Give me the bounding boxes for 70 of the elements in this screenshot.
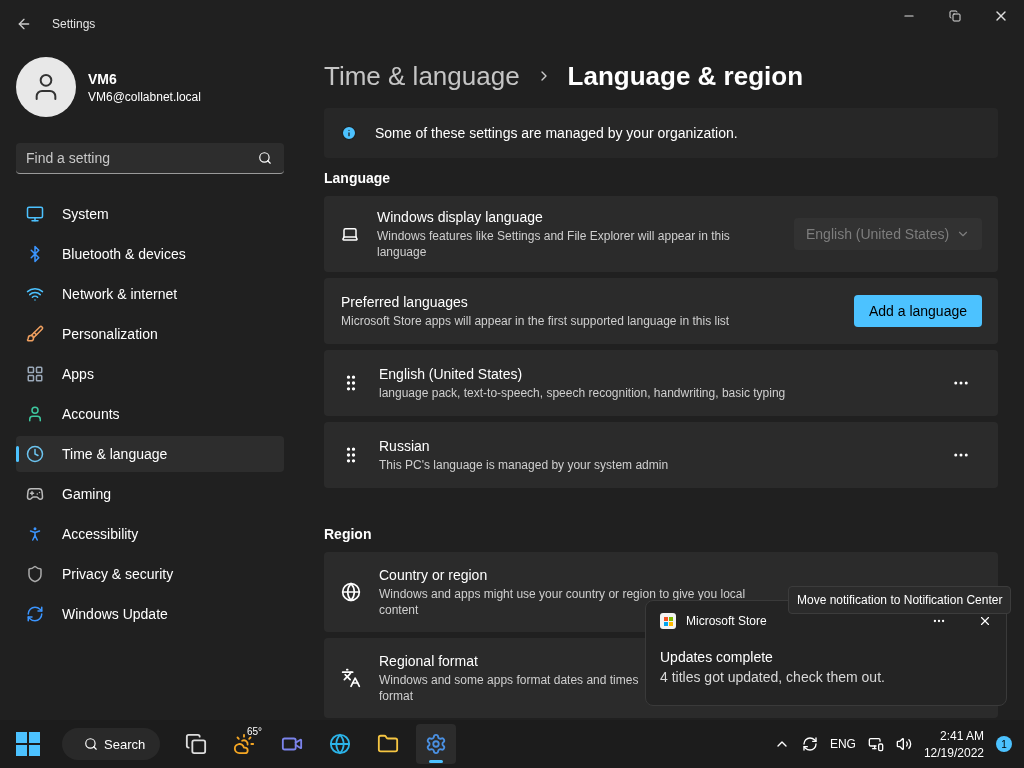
breadcrumb-link[interactable]: Time & language [324,59,520,93]
nav-item[interactable]: Windows Update [16,596,284,632]
nav-icon [26,605,44,623]
back-icon[interactable] [16,16,32,32]
language-format-icon [341,668,361,688]
taskbar-app[interactable] [416,724,456,764]
nav-item[interactable]: System [16,196,284,232]
section-title: Region [324,526,373,542]
nav-icon [26,485,44,503]
nav-item[interactable]: Network & internet [16,276,284,312]
volume-icon[interactable] [895,736,912,752]
globe-icon[interactable] [329,733,351,755]
sync-icon[interactable] [801,736,818,752]
row-description: Microsoft Store apps will appear in the first supported language in this list [341,312,730,329]
row-title: Russian [379,437,430,454]
nav-icon [26,565,44,583]
nav-item[interactable]: Accessibility [16,516,284,552]
settings-icon[interactable] [425,733,447,755]
notification-badge[interactable]: 1 [996,736,1012,752]
nav-icon [26,365,44,383]
search-icon [258,151,272,165]
start-icon[interactable] [16,732,40,756]
row-description: Windows features like Settings and File Explorer will appear in this language [377,227,731,260]
nav-item[interactable]: Personalization [16,316,284,352]
user-email: VM6@collabnet.local [88,89,201,104]
taskbar-app[interactable]: 65° [224,724,264,764]
search-icon [84,737,98,751]
nav-item[interactable]: Time & language [16,436,284,472]
restore-icon[interactable] [949,10,961,22]
add-language-button[interactable]: Add a language [853,295,982,327]
app-name: Microsoft Store [686,614,767,628]
row-description: language pack, text-to-speech, speech recognition, handwriting, basic typing [379,384,786,401]
nav-item[interactable]: Bluetooth & devices [16,236,284,272]
close-icon[interactable] [978,614,992,628]
nav-icon [26,285,44,303]
row-title: English (United States) [379,365,523,382]
row-title: Preferred languages [341,293,468,310]
clock[interactable]: 2:41 AM 12/19/2022 [923,728,984,760]
window-title: Settings [52,17,96,31]
input-language[interactable]: ENG [829,737,856,751]
avatar [16,57,76,117]
notification-title: Updates complete [660,649,774,665]
nav-item[interactable]: Accounts [16,396,284,432]
globe-icon [341,582,361,602]
weather-icon[interactable] [233,733,255,755]
row-description: This PC's language is managed by your system admin [379,456,669,473]
nav-item[interactable]: Privacy & security [16,556,284,592]
section-title: Language [324,170,392,186]
row-title: Country or region [379,566,488,583]
page-title: Language & region [567,60,804,93]
nav-item[interactable]: Apps [16,356,284,392]
row-description: Windows and some apps format dates and times format [379,671,639,704]
tooltip: Move notification to Notification Center [788,586,1012,614]
row-title: Regional format [379,652,478,669]
laptop-icon [341,225,359,243]
network-icon[interactable] [867,736,884,752]
row-title: Windows display language [377,208,543,225]
info-icon [341,125,357,141]
store-icon [660,613,676,629]
taskbar-search[interactable]: Search [62,728,160,760]
notification-body: 4 titles got updated, check them out. [660,669,886,685]
nav-icon [26,445,44,463]
search-field[interactable]: Find a setting [16,143,284,174]
nav-icon [26,205,44,223]
nav-icon [26,325,44,343]
banner-text: Some of these settings are managed by your organization. [375,125,738,141]
nav-item[interactable]: Gaming [16,476,284,512]
folder-icon[interactable] [377,733,399,755]
nav-icon [26,405,44,423]
user-name: VM6 [88,70,118,87]
